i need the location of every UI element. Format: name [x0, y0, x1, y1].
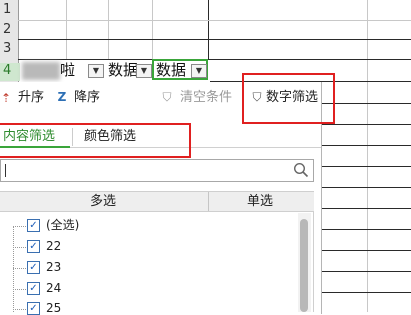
clear-filter-button[interactable]: 清空条件 [180, 90, 232, 106]
grid-row-line [322, 166, 411, 167]
grid-row-line [18, 59, 411, 60]
grid-col-line [66, 0, 67, 60]
tree-line [13, 268, 26, 269]
grid-row-line [18, 20, 411, 21]
search-field[interactable] [0, 159, 314, 182]
list-header-divider [208, 192, 209, 211]
sort-descending-icon[interactable]: Z [54, 90, 70, 104]
sort-ascending-button[interactable]: 升序 [18, 90, 44, 106]
highlight-tabs [0, 123, 191, 158]
header-cell-text: 数据 [156, 61, 187, 79]
list-item-label: 23 [46, 260, 62, 274]
checkbox-item[interactable]: ✓ [27, 282, 40, 295]
list-item-label: 25 [46, 301, 62, 315]
dropdown-arrow-icon[interactable]: ▼ [136, 64, 152, 78]
row-number-1: 1 [3, 2, 12, 17]
grid-col-line [108, 0, 109, 60]
tree-line [13, 226, 14, 312]
clear-filter-icon[interactable]: ⛉ [160, 90, 174, 104]
tree-line [13, 247, 26, 248]
row-number-2: 2 [3, 22, 12, 37]
list-scrollbar-thumb[interactable] [300, 219, 308, 312]
tree-line [13, 289, 26, 290]
grid-row-line [322, 208, 411, 209]
column-single-select[interactable]: 单选 [247, 194, 273, 210]
grid-row-line [322, 187, 411, 188]
header-cell-text: 啦 [60, 61, 76, 79]
list-item-label: 22 [46, 239, 62, 253]
row-number-4: 4 [0, 63, 20, 81]
tree-line [13, 226, 26, 227]
sort-descending-button[interactable]: 降序 [74, 90, 100, 106]
header-cell-text: 数据 [108, 61, 139, 79]
grid-row-line [322, 229, 411, 230]
search-icon[interactable] [293, 162, 309, 178]
checkbox-select-all[interactable]: ✓ [27, 219, 40, 232]
grid-col-line [367, 0, 368, 312]
dropdown-arrow-icon[interactable]: ▼ [191, 64, 207, 78]
grid-col-line [152, 0, 153, 60]
tree-line [13, 309, 26, 310]
grid-col-line [208, 0, 209, 60]
blurred-cell [22, 62, 60, 80]
grid-row-line [322, 292, 411, 293]
search-caret [5, 164, 6, 177]
grid-row-line [18, 39, 411, 40]
checkbox-item[interactable]: ✓ [27, 302, 40, 315]
sort-ascending-icon[interactable]: ⇡ [0, 91, 12, 105]
highlight-number-filter [242, 73, 335, 124]
grid-row-line [322, 124, 411, 125]
dropdown-arrow-icon[interactable]: ▼ [88, 64, 104, 78]
grid-row-line [322, 271, 411, 272]
grid-row-line [322, 145, 411, 146]
column-multi-select[interactable]: 多选 [90, 194, 116, 210]
grid-row-line [322, 250, 411, 251]
row-number-3: 3 [3, 41, 12, 56]
checkbox-item[interactable]: ✓ [27, 240, 40, 253]
grid-row-line [322, 103, 411, 104]
list-item-label: 24 [46, 281, 62, 295]
checkbox-item[interactable]: ✓ [27, 261, 40, 274]
list-item-label: (全选) [46, 218, 80, 232]
